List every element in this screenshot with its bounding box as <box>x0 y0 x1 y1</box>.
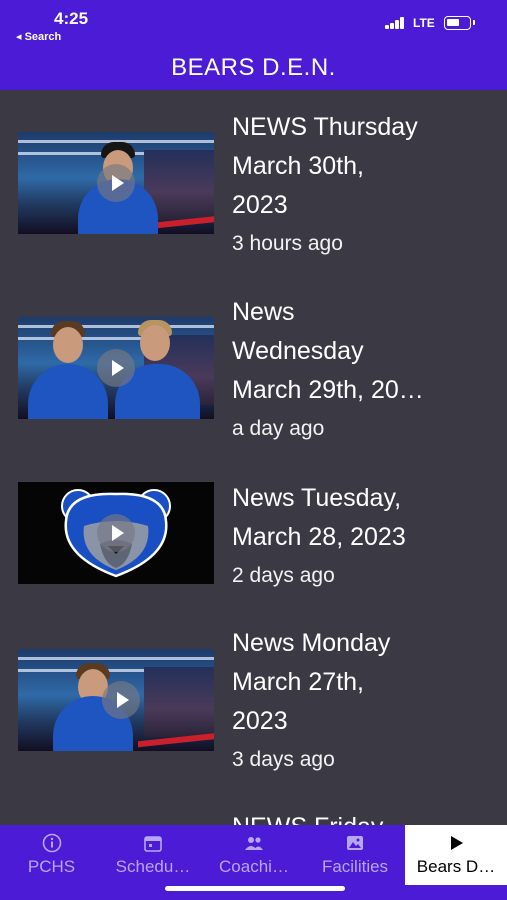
video-title-line: News Monday <box>232 629 391 657</box>
video-title-line: March 29th, 20… <box>232 376 424 404</box>
battery-icon <box>444 16 475 30</box>
video-title-line: March 27th, <box>232 668 365 696</box>
video-title-line: 2023 <box>232 707 288 735</box>
video-title-line: News <box>232 298 295 326</box>
video-list[interactable]: NEWS Thursday March 30th, 2023 3 hours a… <box>0 90 507 825</box>
tab-pchs[interactable]: PCHS <box>0 825 103 885</box>
video-title-line: Wednesday <box>232 337 364 365</box>
video-title-line: March 28, 2023 <box>232 523 406 551</box>
image-icon <box>347 836 363 850</box>
tab-label: Schedu… <box>115 857 191 876</box>
network-type: LTE <box>413 16 435 30</box>
status-time: 4:25 <box>54 9 89 28</box>
video-title-line: NEWS Thursday <box>232 113 418 141</box>
status-bar: 4:25 ◂ Search LTE <box>0 0 507 46</box>
video-thumbnail[interactable] <box>18 649 214 751</box>
video-age: a day ago <box>232 417 325 440</box>
play-icon[interactable] <box>97 164 135 202</box>
video-title-line: News Tuesday, <box>232 484 402 512</box>
home-indicator <box>165 886 345 891</box>
tab-label: Facilities <box>321 857 389 876</box>
signal-strength-icon <box>385 17 407 29</box>
video-thumbnail[interactable] <box>18 132 214 234</box>
tab-label: Bears D… <box>416 857 496 876</box>
tab-label: PCHS <box>27 857 76 876</box>
play-icon[interactable] <box>97 349 135 387</box>
video-thumbnail[interactable] <box>18 482 214 584</box>
navigation-bar: BEARS D.E.N. <box>0 46 507 90</box>
video-age: 3 days ago <box>232 748 335 771</box>
video-title-line: 2023 <box>232 191 288 219</box>
people-icon <box>245 837 263 850</box>
back-to-search-link[interactable]: ◂ Search <box>16 30 61 43</box>
video-title-line: March 30th, <box>232 152 365 180</box>
tab-facilities[interactable]: Facilities <box>305 825 405 885</box>
tab-label: Coachi… <box>219 857 289 876</box>
calendar-icon <box>144 836 162 852</box>
info-icon <box>42 833 61 853</box>
page-title: BEARS D.E.N. <box>171 54 336 81</box>
tab-coaching[interactable]: Coachi… <box>203 825 305 885</box>
video-age: 2 days ago <box>232 564 335 587</box>
tab-schedule[interactable]: Schedu… <box>103 825 203 885</box>
play-icon[interactable] <box>97 514 135 552</box>
video-title-line: NEWS Friday <box>232 808 482 825</box>
play-icon <box>451 836 463 850</box>
video-age: 3 hours ago <box>232 232 343 255</box>
play-icon[interactable] <box>102 681 140 719</box>
tab-bears-den[interactable]: Bears D… <box>405 825 507 885</box>
video-thumbnail[interactable] <box>18 317 214 419</box>
